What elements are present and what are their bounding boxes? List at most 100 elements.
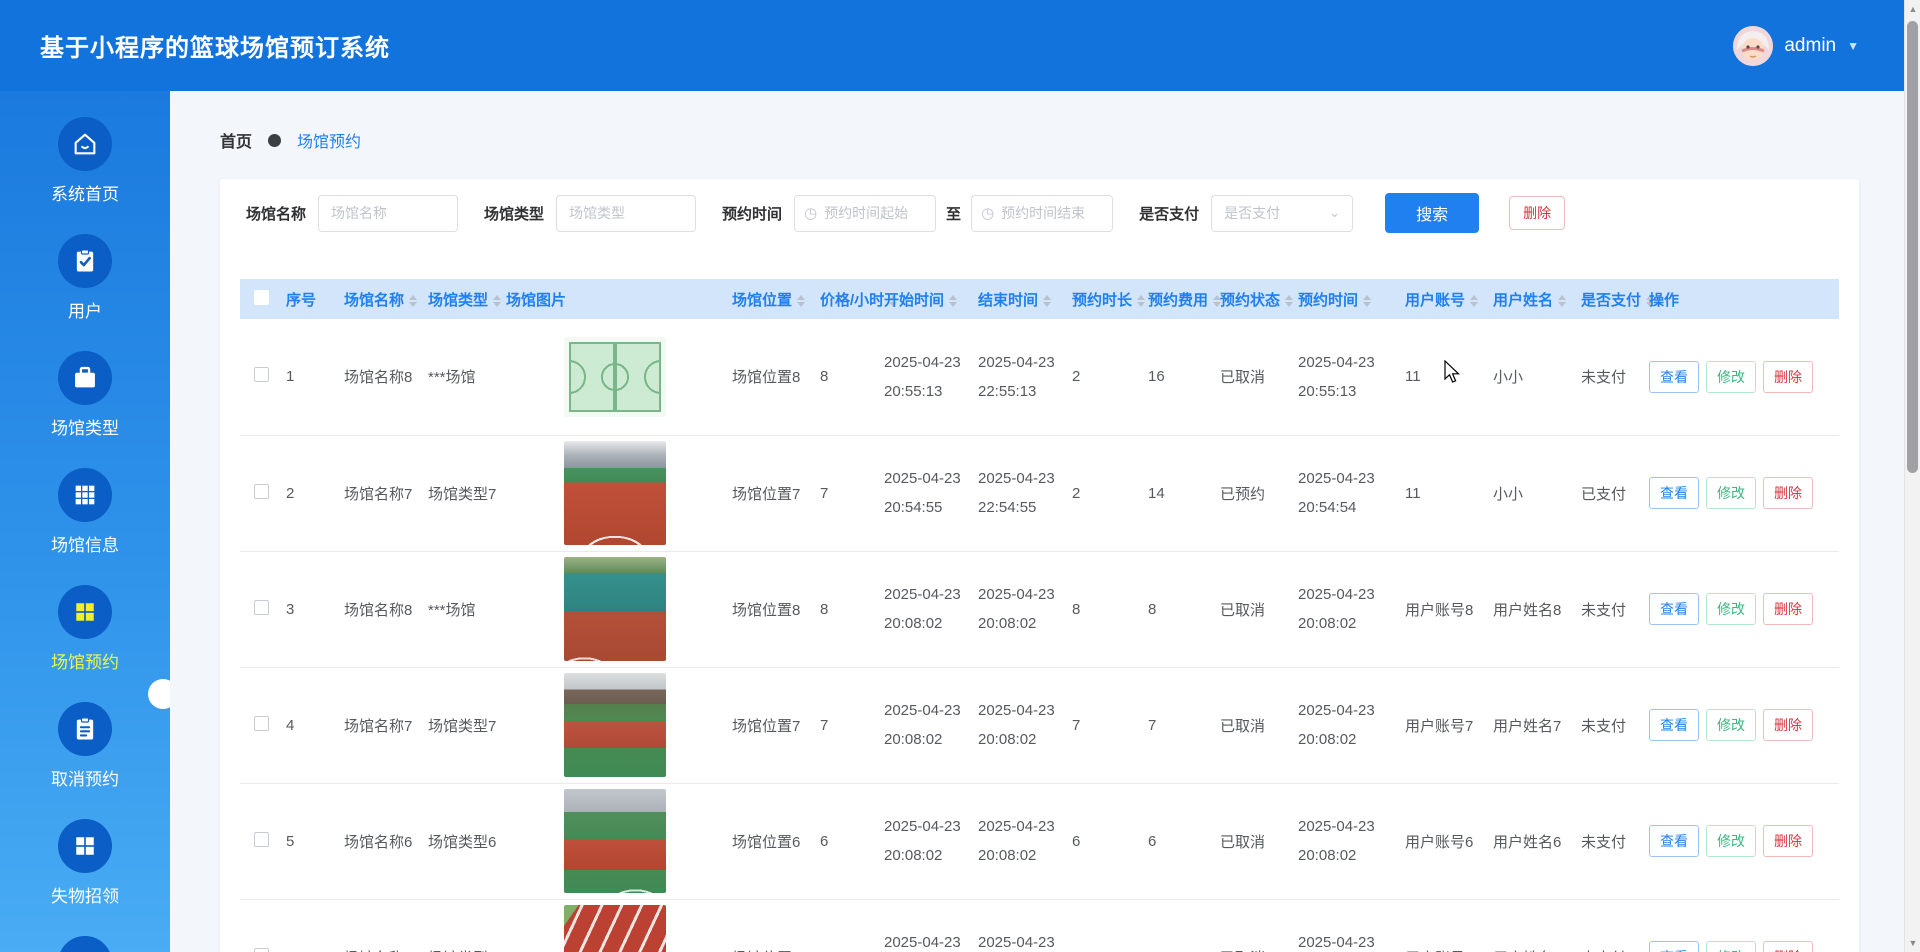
sidebar-item-venue-booking[interactable]: 场馆预约 xyxy=(0,585,170,673)
col-duration[interactable]: 预约时长 xyxy=(1068,279,1144,319)
col-fee[interactable]: 预约费用 xyxy=(1144,279,1216,319)
clipboard-list-icon xyxy=(58,702,112,756)
col-start-time[interactable]: 开始时间 xyxy=(880,279,974,319)
grid-2x2-icon xyxy=(58,585,112,639)
cell-fee: 5 xyxy=(1144,899,1216,952)
time-end-field[interactable] xyxy=(1001,205,1103,221)
cell-venue-location: 场馆位置7 xyxy=(728,435,816,551)
delete-button[interactable]: 删除 xyxy=(1763,477,1813,509)
venue-type-input[interactable] xyxy=(556,195,696,232)
scroll-down-icon[interactable]: ▼ xyxy=(1905,938,1920,948)
select-all-checkbox[interactable] xyxy=(254,290,269,305)
col-end-time[interactable]: 结束时间 xyxy=(974,279,1068,319)
edit-button[interactable]: 修改 xyxy=(1706,941,1756,952)
outdoor-court-photo[interactable] xyxy=(564,789,666,893)
edit-button[interactable]: 修改 xyxy=(1706,709,1756,741)
cell-price: 6 xyxy=(816,783,880,899)
cell-status: 已取消 xyxy=(1216,783,1294,899)
delete-button[interactable]: 删除 xyxy=(1763,593,1813,625)
venue-type-label: 场馆类型 xyxy=(484,203,544,224)
row-checkbox[interactable] xyxy=(254,600,269,615)
sidebar-item-cancel-booking[interactable]: 取消预约 xyxy=(0,702,170,790)
delete-button[interactable]: 删除 xyxy=(1763,825,1813,857)
view-button[interactable]: 查看 xyxy=(1649,825,1699,857)
filter-booking-time: 预约时间 ◷ 至 ◷ xyxy=(722,195,1113,232)
cell-index: 3 xyxy=(282,551,340,667)
search-button[interactable]: 搜索 xyxy=(1385,193,1479,233)
breadcrumb-home[interactable]: 首页 xyxy=(220,128,252,152)
table-row: 3 场馆名称8 ***场馆 场馆位置8 8 2025-04-23 20:08:0… xyxy=(240,551,1839,667)
sidebar-item-more[interactable] xyxy=(0,936,170,952)
time-start-input[interactable]: ◷ xyxy=(794,195,936,232)
row-checkbox[interactable] xyxy=(254,367,269,382)
delete-button[interactable]: 删除 xyxy=(1763,709,1813,741)
batch-delete-button[interactable]: 删除 xyxy=(1509,196,1565,230)
edit-button[interactable]: 修改 xyxy=(1706,593,1756,625)
user-menu[interactable]: admin ▼ xyxy=(1733,26,1859,66)
scrollbar-thumb[interactable] xyxy=(1907,21,1918,473)
outdoor-court-photo[interactable] xyxy=(564,441,666,545)
cell-fee: 16 xyxy=(1144,319,1216,435)
content-card: 场馆名称 场馆类型 预约时间 ◷ 至 ◷ 是否支付 xyxy=(220,179,1859,952)
select-all-checkbox-cell[interactable] xyxy=(240,279,282,319)
col-venue-name[interactable]: 场馆名称 xyxy=(340,279,424,319)
sidebar-item-venue-type[interactable]: 场馆类型 xyxy=(0,351,170,439)
cell-end-time: 2025-04-23 20:08:02 xyxy=(974,783,1068,899)
cell-fee: 14 xyxy=(1144,435,1216,551)
outdoor-court-photo[interactable] xyxy=(564,673,666,777)
row-checkbox[interactable] xyxy=(254,484,269,499)
col-venue-type[interactable]: 场馆类型 xyxy=(424,279,502,319)
delete-button[interactable]: 删除 xyxy=(1763,941,1813,952)
col-user-name[interactable]: 用户姓名 xyxy=(1489,279,1577,319)
view-button[interactable]: 查看 xyxy=(1649,709,1699,741)
user-avatar xyxy=(1733,26,1773,66)
col-venue-location[interactable]: 场馆位置 xyxy=(728,279,816,319)
basketball-court-diagram[interactable] xyxy=(564,337,666,417)
cell-user-name: 用户姓名6 xyxy=(1489,783,1577,899)
view-button[interactable]: 查看 xyxy=(1649,361,1699,393)
cell-duration: 2 xyxy=(1068,435,1144,551)
chevron-down-icon: ⌄ xyxy=(1329,205,1340,221)
delete-button[interactable]: 删除 xyxy=(1763,361,1813,393)
view-button[interactable]: 查看 xyxy=(1649,477,1699,509)
venue-name-input[interactable] xyxy=(318,195,458,232)
paid-select[interactable]: 是否支付 ⌄ xyxy=(1211,195,1353,232)
col-price-per-hour[interactable]: 价格/小时 xyxy=(816,279,880,319)
col-paid[interactable]: 是否支付 xyxy=(1577,279,1645,319)
edit-button[interactable]: 修改 xyxy=(1706,361,1756,393)
sort-icon xyxy=(949,295,957,307)
cell-venue-type: ***场馆 xyxy=(424,551,502,667)
sort-icon xyxy=(1043,295,1051,307)
sidebar-item-lost-found[interactable]: 失物招领 xyxy=(0,819,170,907)
view-button[interactable]: 查看 xyxy=(1649,593,1699,625)
row-checkbox[interactable] xyxy=(254,832,269,847)
col-booking-time[interactable]: 预约时间 xyxy=(1294,279,1401,319)
cell-index: 5 xyxy=(282,783,340,899)
row-checkbox[interactable] xyxy=(254,948,269,952)
scroll-up-icon[interactable]: ▲ xyxy=(1905,4,1920,14)
sidebar-item-venue-info[interactable]: 场馆信息 xyxy=(0,468,170,556)
edit-button[interactable]: 修改 xyxy=(1706,825,1756,857)
col-venue-image: 场馆图片 xyxy=(502,279,728,319)
table-row: 2 场馆名称7 场馆类型7 场馆位置7 7 2025-04-23 20:54:5… xyxy=(240,435,1839,551)
page-scrollbar[interactable]: ▲ ▼ xyxy=(1904,0,1920,952)
sidebar-item-system-home[interactable]: 系统首页 xyxy=(0,117,170,205)
time-end-input[interactable]: ◷ xyxy=(971,195,1113,232)
sidebar-item-users[interactable]: 用户 xyxy=(0,234,170,322)
edit-button[interactable]: 修改 xyxy=(1706,477,1756,509)
clock-icon: ◷ xyxy=(804,204,817,222)
row-checkbox[interactable] xyxy=(254,716,269,731)
view-button[interactable]: 查看 xyxy=(1649,941,1699,952)
breadcrumb-current[interactable]: 场馆预约 xyxy=(297,128,361,152)
col-user-account[interactable]: 用户账号 xyxy=(1401,279,1489,319)
row-actions: 查看 修改 删除 xyxy=(1649,709,1835,741)
col-status[interactable]: 预约状态 xyxy=(1216,279,1294,319)
outdoor-court-photo[interactable] xyxy=(564,557,666,661)
filter-venue-type: 场馆类型 xyxy=(484,195,696,232)
cell-duration: 5 xyxy=(1068,899,1144,952)
cell-price: 8 xyxy=(816,319,880,435)
cell-venue-name: 场馆名称8 xyxy=(340,319,424,435)
col-actions: 操作 xyxy=(1645,279,1839,319)
time-start-field[interactable] xyxy=(824,205,926,221)
running-track-photo[interactable] xyxy=(564,905,666,952)
